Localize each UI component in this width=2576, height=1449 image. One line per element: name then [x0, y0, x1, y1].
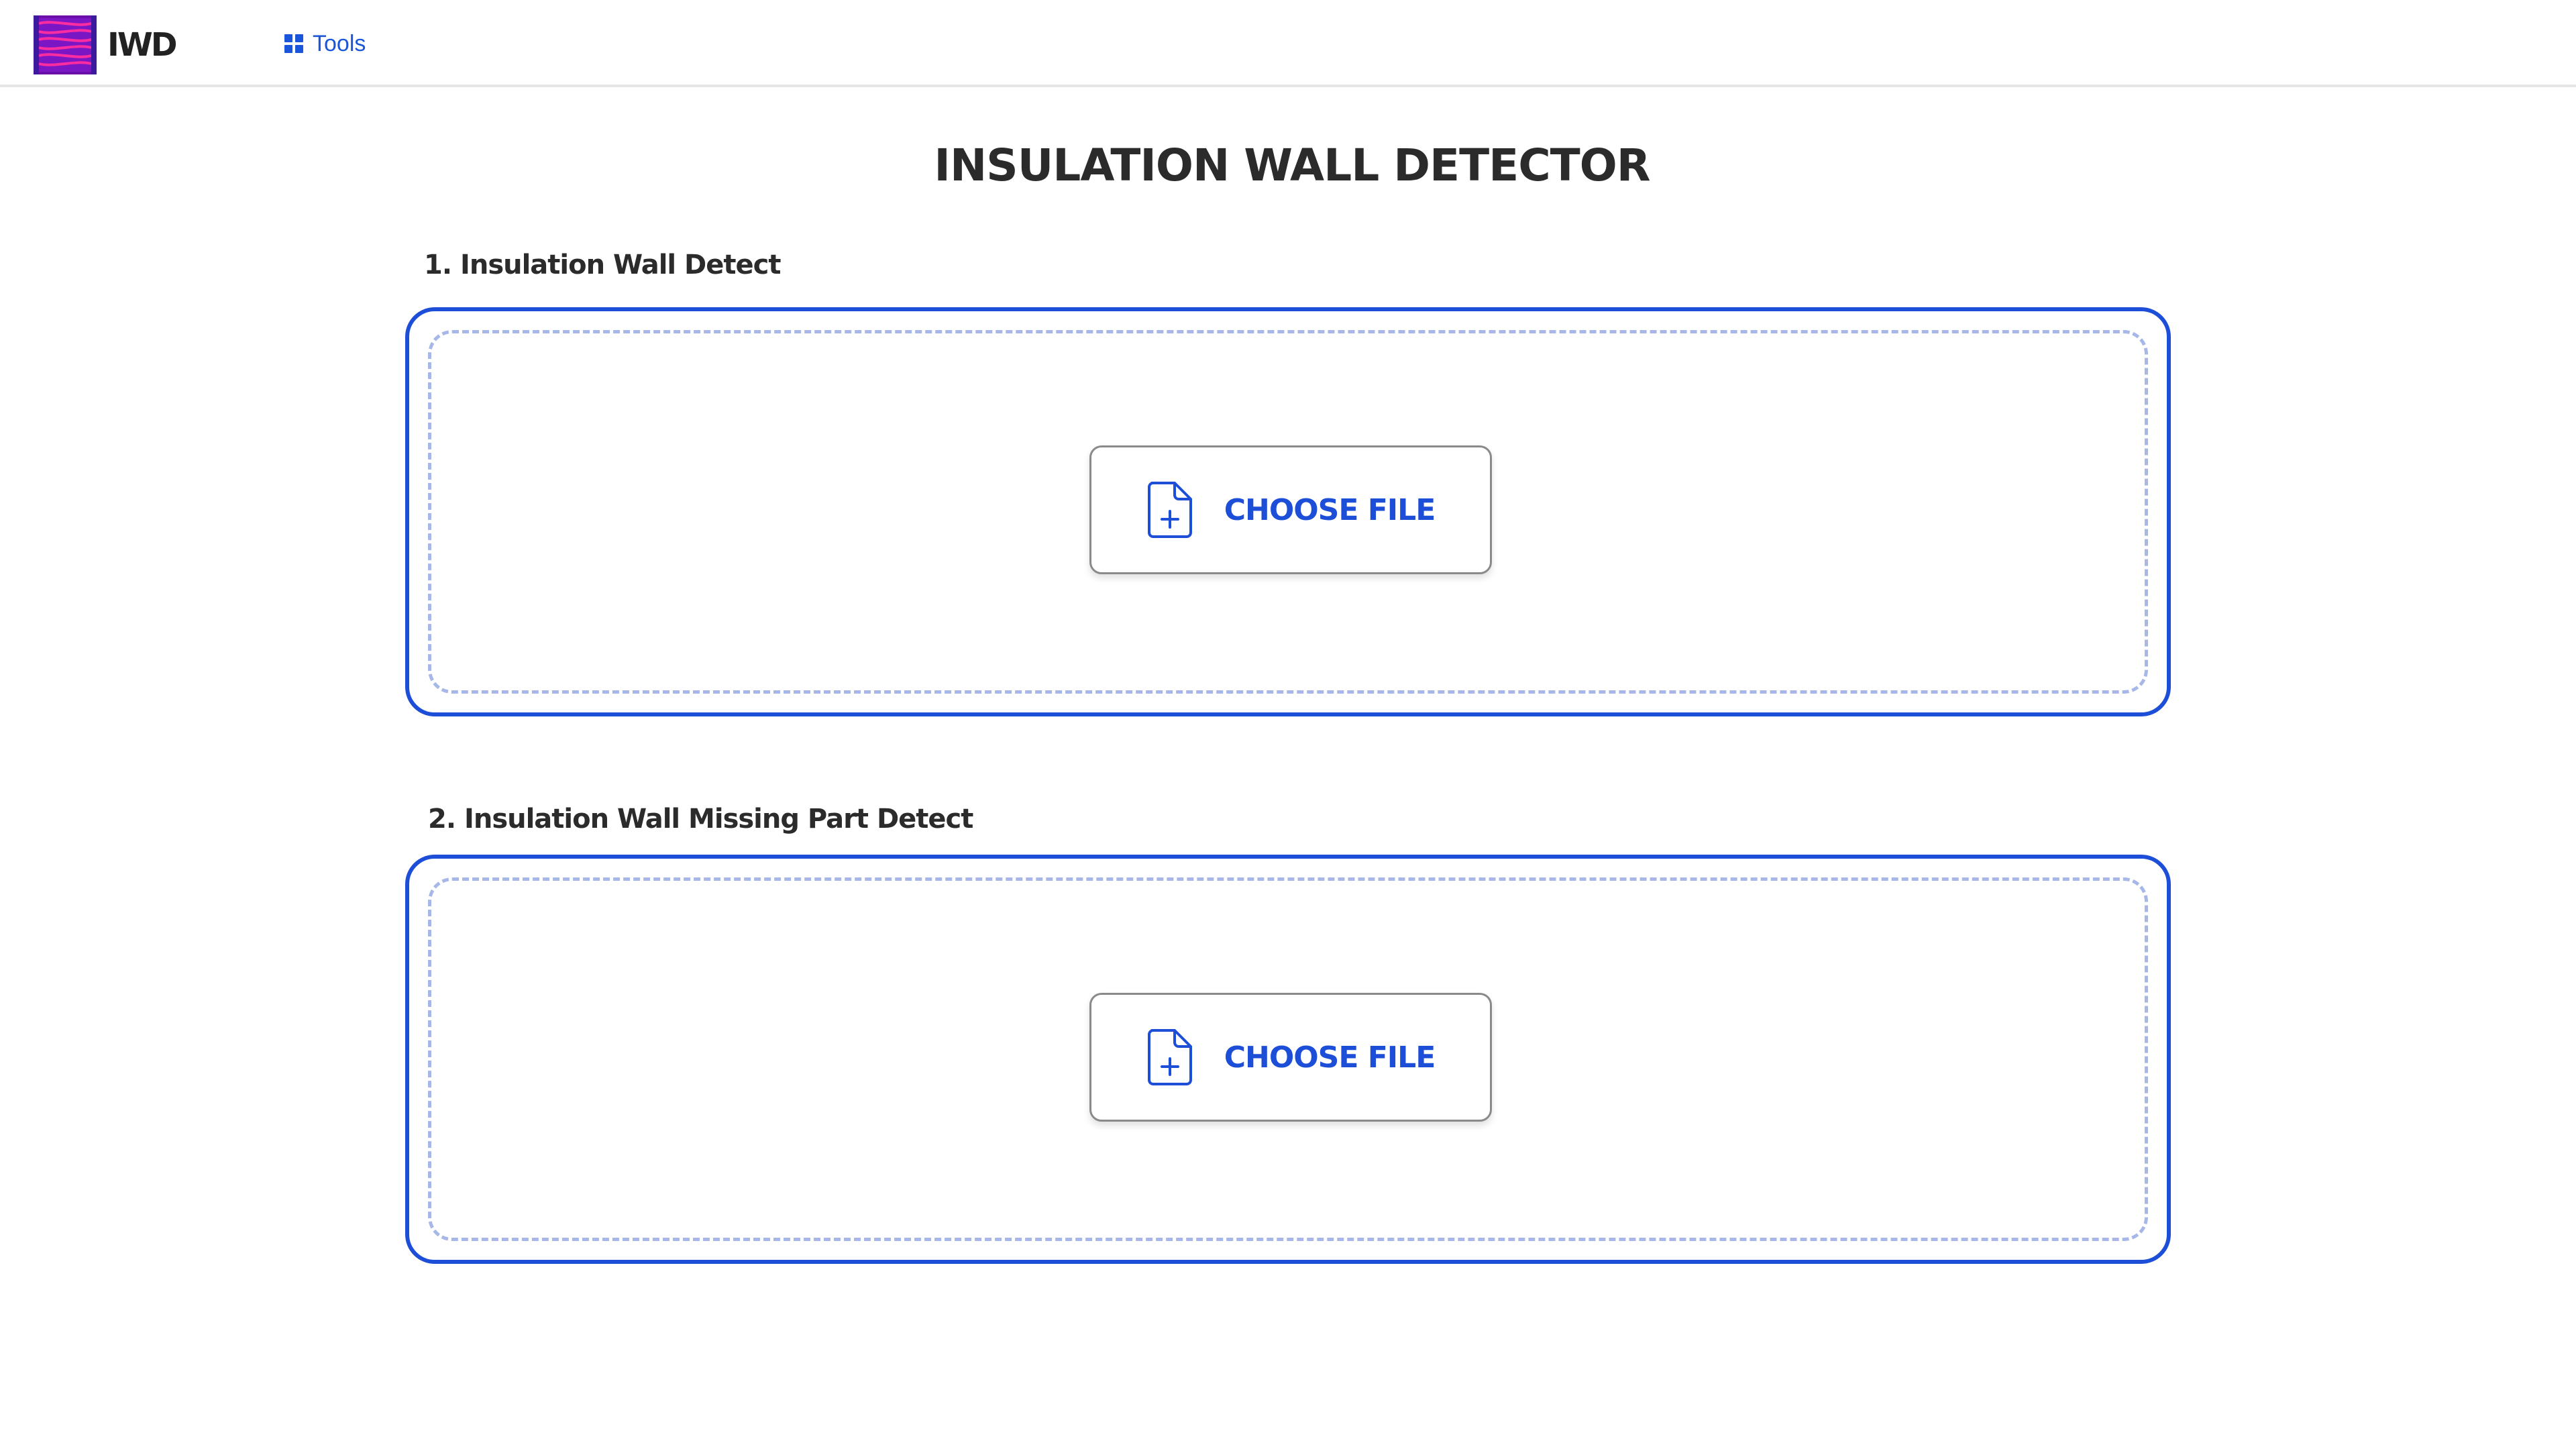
file-plus-icon	[1147, 482, 1192, 538]
brand-link[interactable]: IWD	[34, 15, 178, 75]
nav-tools-link[interactable]: Tools	[284, 25, 366, 62]
dropzone-wall-detect[interactable]: CHOOSE FILE	[405, 307, 2171, 716]
grid-icon	[284, 34, 303, 53]
brand-name: IWD	[107, 26, 178, 64]
choose-file-button-missing-part-detect[interactable]: CHOOSE FILE	[1089, 993, 1492, 1122]
dropzone-missing-part-detect[interactable]: CHOOSE FILE	[405, 855, 2171, 1264]
file-plus-icon	[1147, 1029, 1192, 1085]
choose-file-label: CHOOSE FILE	[1224, 1040, 1436, 1075]
top-navbar: IWD Tools	[0, 0, 2576, 87]
choose-file-label: CHOOSE FILE	[1224, 492, 1436, 527]
nav-tools-label: Tools	[313, 30, 366, 56]
page-title: INSULATION WALL DETECTOR	[934, 140, 1650, 191]
section-label-wall-detect: 1. Insulation Wall Detect	[424, 250, 781, 280]
section-label-missing-part-detect: 2. Insulation Wall Missing Part Detect	[428, 804, 973, 835]
choose-file-button-wall-detect[interactable]: CHOOSE FILE	[1089, 445, 1492, 574]
insulation-wall-logo-icon	[34, 15, 97, 74]
